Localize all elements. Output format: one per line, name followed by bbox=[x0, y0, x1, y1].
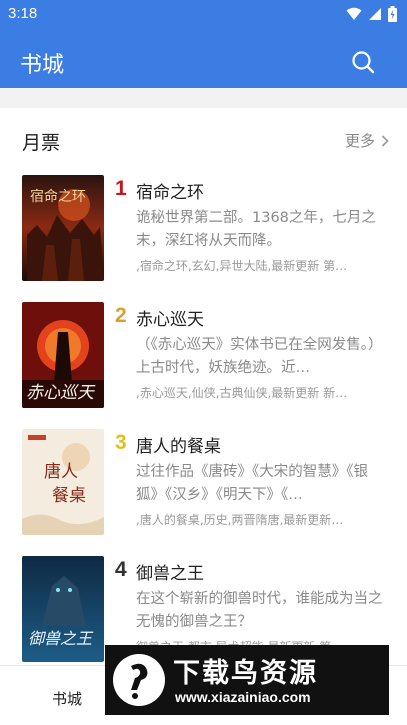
rank-number: 2 bbox=[115, 304, 127, 327]
rank-number: 4 bbox=[115, 558, 127, 581]
status-bar: 3:18 bbox=[0, 0, 407, 28]
book-list-item[interactable]: 赤心巡天 2 赤心巡天 （《赤心巡天》实体书已在全网发售。）上古时代，妖族绝迹。… bbox=[0, 302, 407, 422]
status-time: 3:18 bbox=[8, 5, 38, 22]
watermark: 下载鸟资源 www.xiazainiao.com bbox=[105, 645, 389, 715]
book-cover: 御兽之王 bbox=[22, 556, 104, 662]
app-bar: 书城 bbox=[0, 28, 407, 88]
page-title: 书城 bbox=[20, 53, 65, 78]
more-link[interactable]: 更多 bbox=[345, 130, 389, 151]
rank-number: 3 bbox=[115, 431, 127, 454]
section-divider bbox=[0, 88, 407, 108]
book-description: （《赤心巡天》实体书已在全网发售。）上古时代，妖族绝迹。近… bbox=[136, 337, 383, 376]
more-label: 更多 bbox=[344, 132, 375, 150]
svg-text:餐桌: 餐桌 bbox=[52, 486, 86, 506]
section-header: 月票 更多 bbox=[0, 108, 407, 164]
nav-item-bookstore[interactable]: 书城 bbox=[52, 688, 82, 709]
battery-icon bbox=[388, 6, 397, 22]
cellular-signal-icon bbox=[369, 8, 381, 20]
rank-number: 1 bbox=[115, 177, 127, 200]
section-title: 月票 bbox=[22, 132, 61, 154]
wifi-icon bbox=[346, 7, 362, 20]
status-icons bbox=[346, 6, 397, 22]
book-description: 在这个崭新的御兽时代，谁能成为当之无愧的御兽之王？ bbox=[136, 591, 383, 630]
book-title: 唐人的餐桌 bbox=[136, 437, 221, 457]
book-list-item[interactable]: 宿命之环 1 宿命之环 诡秘世界第二部。1368之年，七月之末，深红将从天而降。… bbox=[0, 175, 407, 295]
book-title: 赤心巡天 bbox=[136, 310, 204, 330]
search-icon bbox=[352, 51, 375, 74]
book-description: 过往作品《唐砖》《大宋的智慧》《银狐》《汉乡》《明天下》《… bbox=[136, 464, 368, 503]
chevron-right-icon bbox=[381, 134, 389, 147]
book-tags: ,唐人的餐桌,历史,两晋隋唐,最新更新… bbox=[136, 513, 344, 527]
book-tags: ,赤心巡天,仙侠,古典仙侠,最新更新 新… bbox=[136, 386, 348, 400]
svg-text:御兽之王: 御兽之王 bbox=[28, 629, 94, 648]
book-title: 宿命之环 bbox=[136, 183, 204, 203]
book-cover: 唐人 餐桌 bbox=[22, 429, 104, 535]
svg-text:宿命之环: 宿命之环 bbox=[30, 188, 86, 205]
svg-text:唐人: 唐人 bbox=[44, 461, 78, 482]
search-button[interactable] bbox=[351, 50, 375, 74]
book-list-item[interactable]: 唐人 餐桌 3 唐人的餐桌 过往作品《唐砖》《大宋的智慧》《银狐》《汉乡》《明天… bbox=[0, 429, 407, 549]
book-tags: ,宿命之环,玄幻,异世大陆,最新更新 第… bbox=[136, 259, 348, 273]
book-title: 御兽之王 bbox=[136, 564, 204, 584]
book-cover: 宿命之环 bbox=[22, 175, 104, 281]
book-cover: 赤心巡天 bbox=[22, 302, 104, 408]
watermark-logo bbox=[113, 654, 165, 706]
watermark-url: www.xiazainiao.com bbox=[175, 689, 311, 705]
watermark-title: 下载鸟资源 bbox=[173, 658, 318, 689]
svg-text:赤心巡天: 赤心巡天 bbox=[26, 383, 96, 403]
book-description: 诡秘世界第二部。1368之年，七月之末，深红将从天而降。 bbox=[136, 210, 376, 249]
